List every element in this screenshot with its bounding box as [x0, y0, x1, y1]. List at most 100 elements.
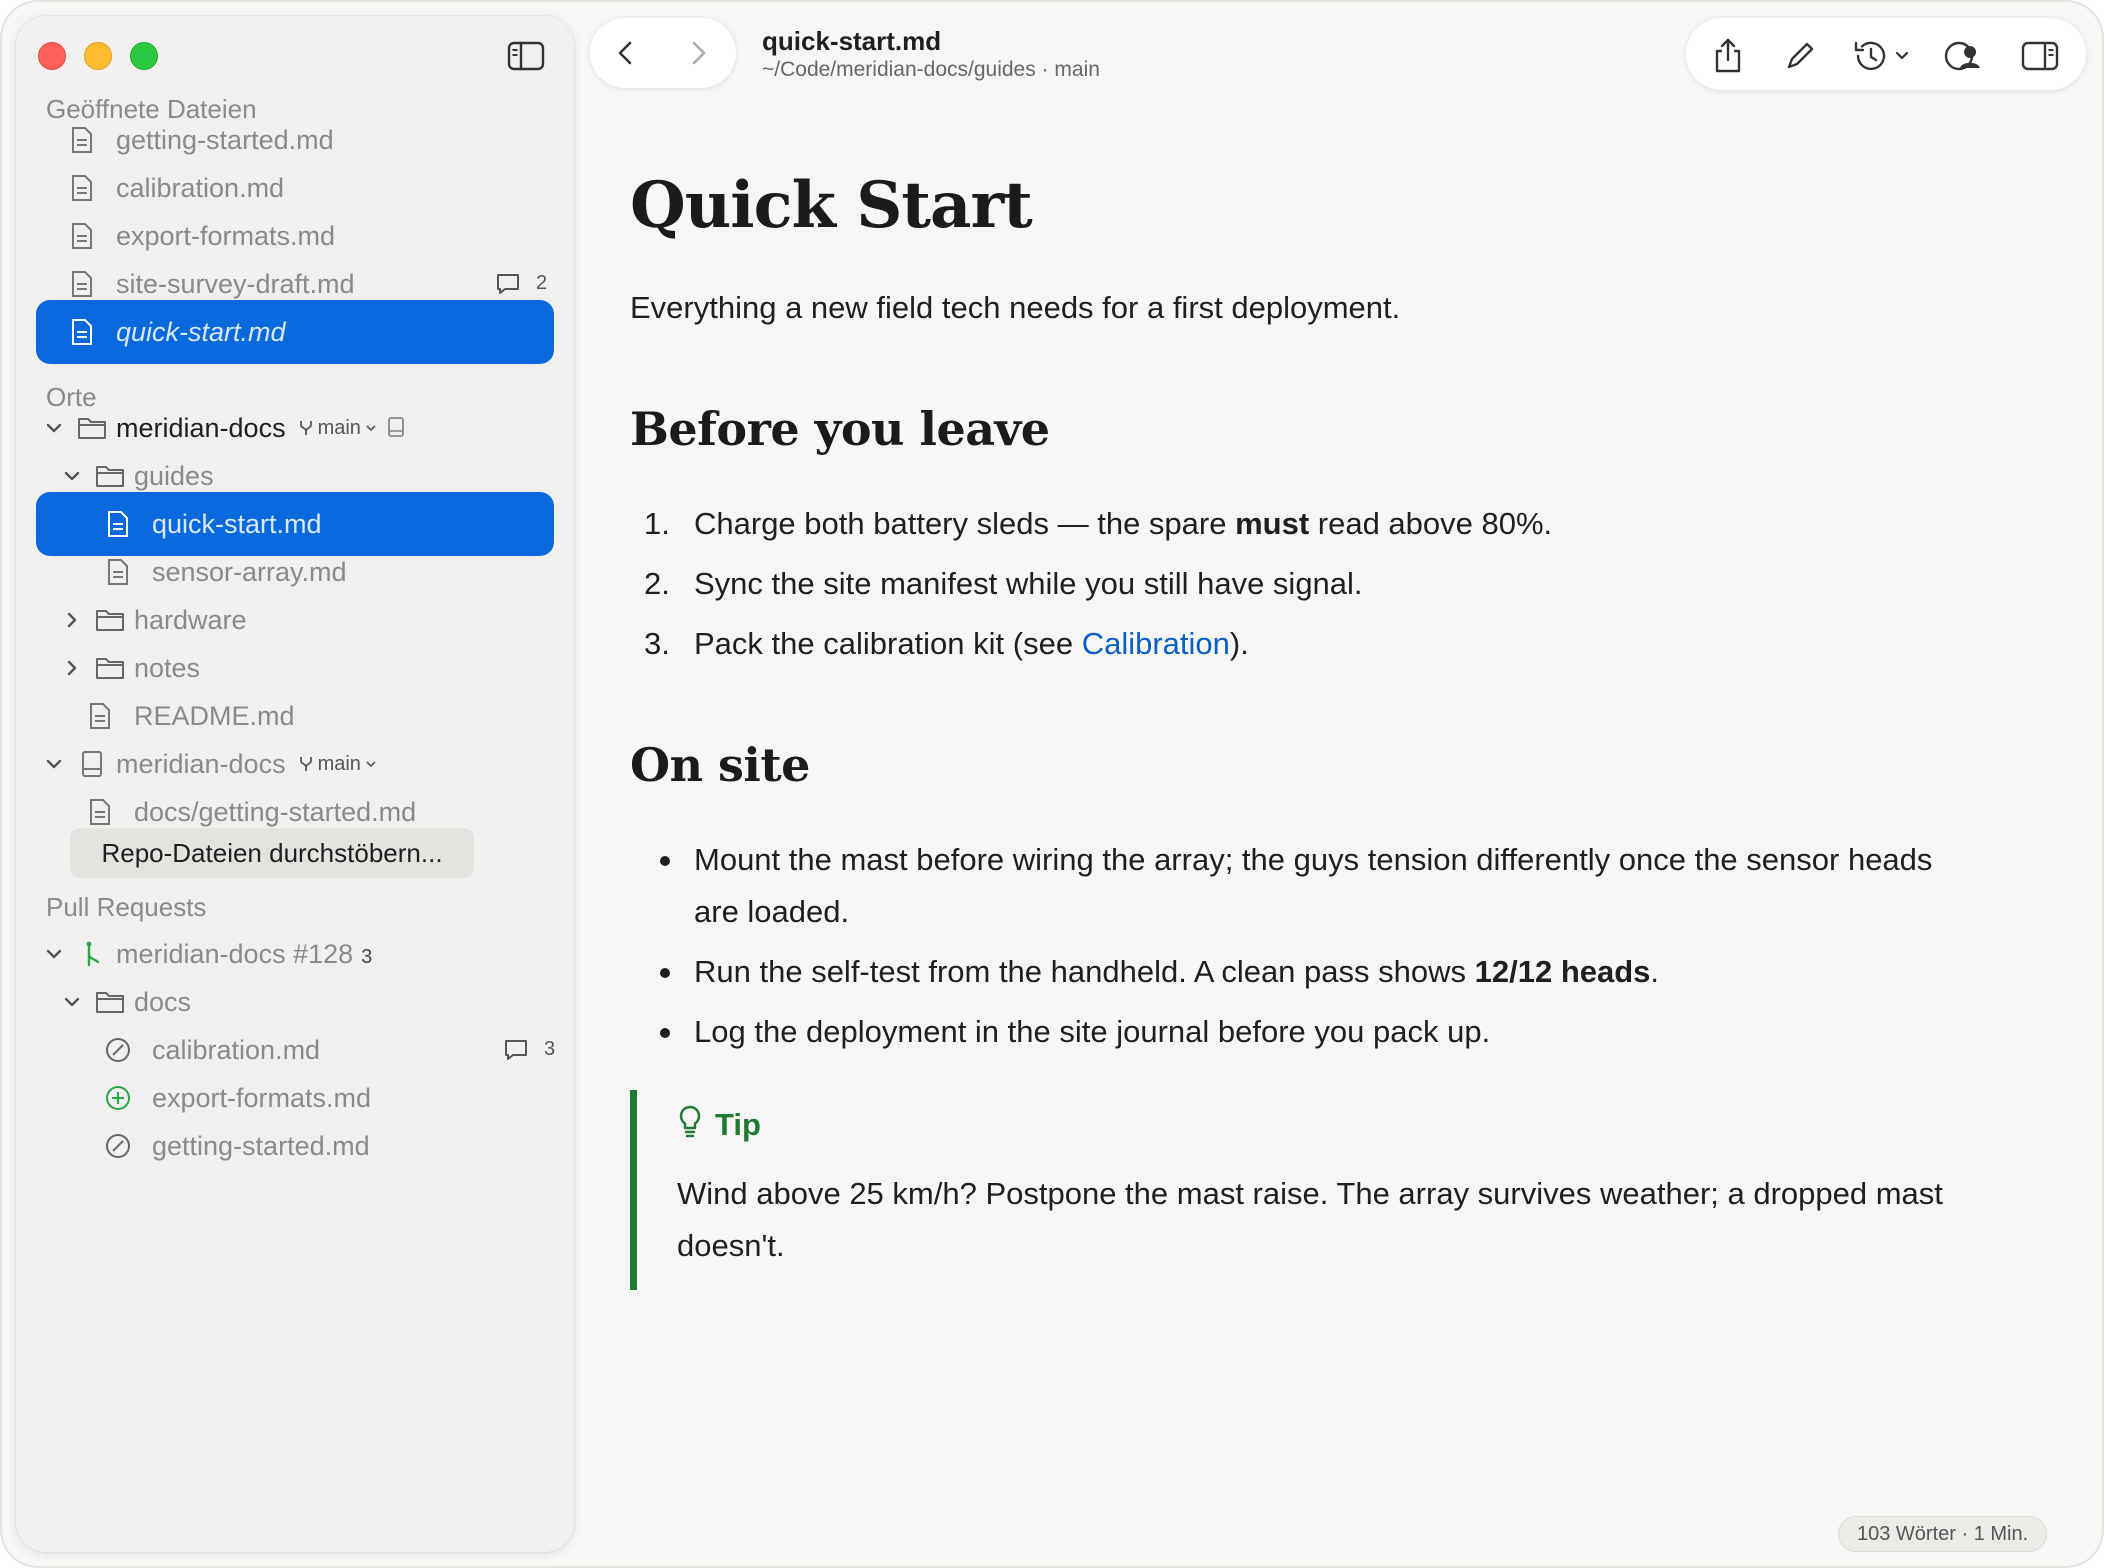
chevron-down-icon[interactable] [40, 414, 68, 442]
navigation-controls [590, 18, 736, 88]
chevron-down-icon[interactable] [58, 462, 86, 490]
inspector-panel-icon[interactable] [2020, 36, 2060, 76]
sidebar: Geöffnete Dateien getting-started.md cal… [16, 16, 574, 1552]
file-label: README.md [134, 701, 295, 731]
list-text: Sync the site manifest while you still h… [694, 566, 1363, 601]
close-window-button[interactable] [38, 42, 66, 70]
pull-request-count: 3 [361, 946, 373, 968]
list-text-bold: 12/12 heads [1474, 954, 1651, 989]
open-file-label: calibration.md [116, 173, 285, 203]
folder-icon [94, 604, 126, 636]
heading-before-you-leave: Before you leave [630, 402, 1050, 456]
folder-label: docs [134, 987, 192, 1017]
document-icon [66, 316, 98, 348]
list-number: 2. [644, 566, 670, 601]
repo-label: meridian-docs [116, 413, 286, 443]
bullet-list-item: Mount the mast before wiring the array; … [660, 834, 1984, 938]
zoom-window-button[interactable] [130, 42, 158, 70]
modified-status-icon [102, 1034, 134, 1066]
document-icon [84, 796, 116, 828]
comment-icon [494, 270, 522, 298]
folder-icon [94, 460, 126, 492]
comment-icon [502, 1036, 530, 1064]
document-icon [66, 124, 98, 156]
ordered-list-item: 3. Pack the calibration kit (see Calibra… [644, 618, 1984, 670]
repo-book-icon [76, 748, 108, 780]
history-menu-icon[interactable] [1852, 36, 1916, 76]
branch-selector[interactable]: main [298, 753, 377, 776]
file-label: sensor-array.md [152, 557, 347, 587]
toolbar [1686, 18, 2086, 90]
folder-label: notes [134, 653, 201, 683]
edit-pencil-icon[interactable] [1780, 36, 1820, 76]
file-label: quick-start.md [152, 509, 322, 539]
list-text: Pack the calibration kit (see [694, 626, 1082, 661]
sidebar-toggle-icon[interactable] [506, 38, 546, 74]
chevron-right-icon[interactable] [58, 654, 86, 682]
bullet [660, 968, 670, 978]
share-icon[interactable] [1708, 36, 1748, 76]
chevron-down-icon[interactable] [40, 940, 68, 968]
open-file-label: quick-start.md [116, 317, 286, 347]
open-file-label: getting-started.md [116, 125, 334, 155]
list-text-bold: must [1235, 506, 1310, 541]
heading-on-site: On site [630, 738, 810, 792]
calibration-link[interactable]: Calibration [1082, 626, 1230, 661]
list-text: ). [1229, 626, 1249, 661]
folder-label: hardware [134, 605, 247, 635]
comment-count: 2 [536, 272, 548, 294]
document-icon [66, 268, 98, 300]
modified-status-icon [102, 1130, 134, 1162]
branch-selector[interactable]: main [298, 417, 377, 440]
browse-repo-files-button[interactable]: Repo-Dateien durchstöbern... [70, 828, 474, 878]
bullet [660, 856, 670, 866]
folder-icon [76, 412, 108, 444]
ordered-list-item: 1. Charge both battery sleds — the spare… [644, 498, 1984, 550]
repo-label: meridian-docs [116, 749, 286, 779]
folder-icon [94, 986, 126, 1018]
folder-icon [94, 652, 126, 684]
tip-callout: Tip Wind above 25 km/h? Postpone the mas… [630, 1090, 1970, 1290]
collaborators-icon[interactable] [1944, 36, 1984, 76]
list-text: Run the self-test from the handheld. A c… [694, 954, 1475, 989]
bullet [660, 1028, 670, 1038]
bullet-list-item: Log the deployment in the site journal b… [660, 1006, 1984, 1058]
back-arrow-icon[interactable] [608, 35, 644, 71]
added-status-icon [102, 1082, 134, 1114]
app-window: Geöffnete Dateien getting-started.md cal… [2, 2, 2102, 1566]
list-text: Mount the mast before wiring the array; … [694, 842, 1933, 929]
chevron-down-icon[interactable] [58, 988, 86, 1016]
chevron-down-icon[interactable] [40, 750, 68, 778]
repo-book-icon [387, 414, 405, 445]
bullet-list-item: Run the self-test from the handheld. A c… [660, 946, 1984, 998]
file-label: calibration.md [152, 1035, 321, 1065]
heading-1: Quick Start [630, 168, 1033, 243]
minimize-window-button[interactable] [84, 42, 112, 70]
open-file-item-selected[interactable]: quick-start.md [36, 300, 554, 364]
list-text: . [1650, 954, 1660, 989]
branch-label: main [317, 752, 361, 775]
lead-paragraph: Everything a new field tech needs for a … [630, 290, 1401, 325]
file-label: getting-started.md [152, 1131, 370, 1161]
tip-body: Wind above 25 km/h? Postpone the mast ra… [677, 1176, 1943, 1263]
file-label: docs/getting-started.md [134, 797, 417, 827]
document-path: ~/Code/meridian-docs/guides · main [762, 58, 1100, 81]
folder-label: guides [134, 461, 214, 491]
ordered-list-item: 2. Sync the site manifest while you stil… [644, 558, 1984, 610]
section-title-pull-requests: Pull Requests [46, 892, 207, 922]
lightbulb-icon [677, 1104, 703, 1146]
document-icon [66, 220, 98, 252]
document-icon [84, 700, 116, 732]
open-file-label: site-survey-draft.md [116, 269, 355, 299]
open-file-label: export-formats.md [116, 221, 336, 251]
list-text: Log the deployment in the site journal b… [694, 1014, 1491, 1049]
chevron-right-icon[interactable] [58, 606, 86, 634]
document-icon [102, 508, 134, 540]
file-label: export-formats.md [152, 1083, 372, 1113]
document-icon [66, 172, 98, 204]
word-count-badge: 103 Wörter · 1 Min. [1838, 1516, 2048, 1552]
forward-arrow-icon[interactable] [680, 35, 716, 71]
pull-request-icon [76, 938, 108, 970]
pr-file-item[interactable]: getting-started.md [36, 1114, 554, 1178]
list-text: Charge both battery sleds — the spare [694, 506, 1236, 541]
